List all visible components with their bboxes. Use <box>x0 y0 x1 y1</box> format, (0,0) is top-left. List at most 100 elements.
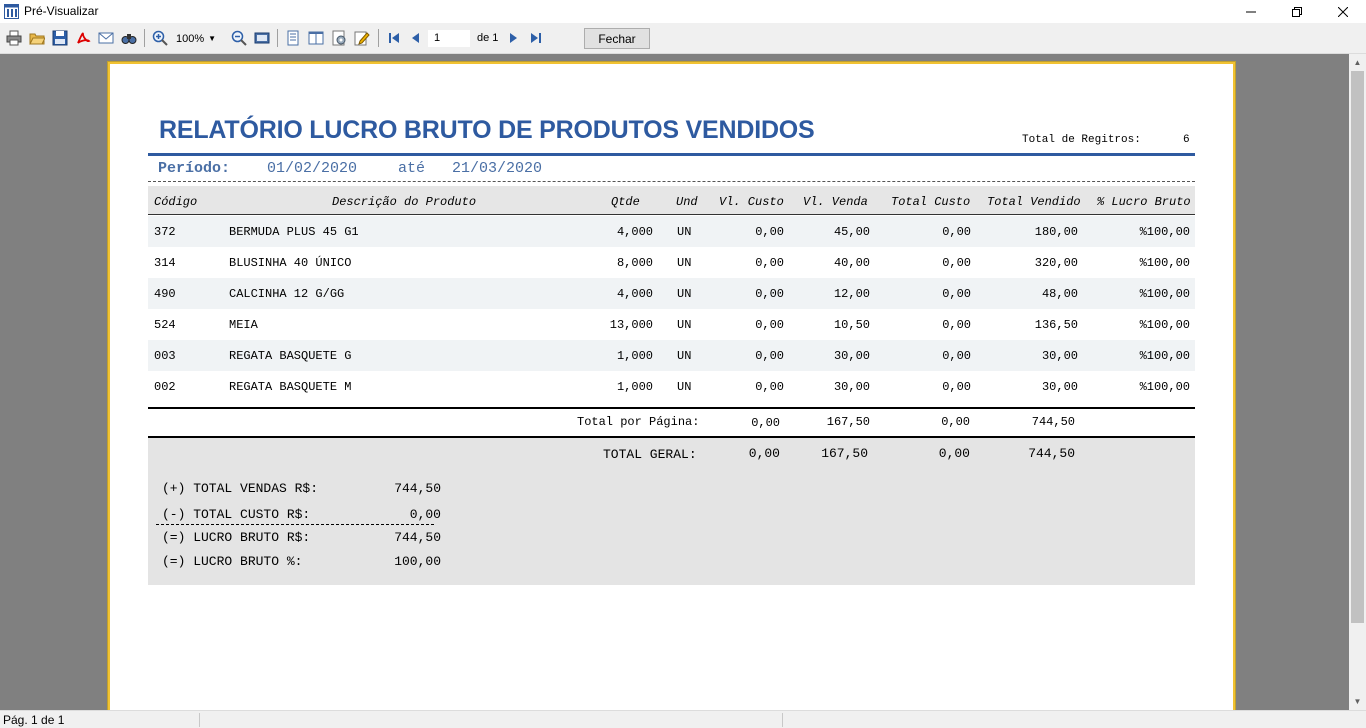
cell-code: 003 <box>154 349 176 363</box>
cell-code: 524 <box>154 318 176 332</box>
fit-page-icon <box>254 32 270 44</box>
zoom-in-icon <box>152 30 168 46</box>
last-page-icon <box>531 33 541 43</box>
chevron-down-icon: ▼ <box>208 34 217 43</box>
fit-page-button[interactable] <box>252 28 272 48</box>
close-icon <box>1338 6 1348 17</box>
period-divider <box>148 181 1195 182</box>
cell-qty: 4,000 <box>616 287 653 301</box>
col-unit-price: Vl. Venda <box>803 195 868 209</box>
zoom-in-button[interactable] <box>150 28 170 48</box>
single-page-button[interactable] <box>283 28 303 48</box>
cell-code: 002 <box>154 380 176 394</box>
table-row: 524 MEIA 13,000 UN 0,00 10,50 0,00 136,50 %100,0… <box>148 309 1195 340</box>
cell-unit-price: 40,00 <box>833 256 870 270</box>
status-divider <box>782 713 783 727</box>
table-row: 002 REGATA BASQUETE M 1,000 UN 0,00 30,00 0,00… <box>148 371 1195 402</box>
status-divider <box>199 713 200 727</box>
save-button[interactable] <box>50 28 70 48</box>
zoom-out-button[interactable] <box>229 28 249 48</box>
print-icon <box>6 30 22 46</box>
col-margin: % Lucro Bruto <box>1097 195 1191 209</box>
cell-margin: %100,00 <box>1139 380 1190 394</box>
close-preview-button[interactable]: Fechar <box>584 28 650 49</box>
report-page: RELATÓRIO LUCRO BRUTO DE PRODUTOS VENDID… <box>108 62 1235 710</box>
email-button[interactable] <box>96 28 116 48</box>
cell-margin: %100,00 <box>1139 256 1190 270</box>
page-total-unit-price: 167,50 <box>826 415 870 429</box>
two-pages-button[interactable] <box>306 28 326 48</box>
app-icon <box>4 4 19 19</box>
page-number-input[interactable]: 1 <box>428 30 470 47</box>
cell-margin: %100,00 <box>1139 287 1190 301</box>
first-page-button[interactable] <box>384 28 404 48</box>
print-button[interactable] <box>4 28 24 48</box>
find-button[interactable] <box>119 28 139 48</box>
summary-profit-pct-label: (=) LUCRO BRUTO %: <box>162 554 303 569</box>
cell-unit-price: 30,00 <box>833 349 870 363</box>
col-qty: Qtde <box>611 195 640 209</box>
grand-total-unit-cost: 0,00 <box>748 446 780 461</box>
previous-page-icon <box>412 33 419 43</box>
cell-total-cost: 0,00 <box>942 318 971 332</box>
grand-total-total-sold: 744,50 <box>1028 446 1075 461</box>
period-label: Período: <box>158 160 231 177</box>
previous-page-button[interactable] <box>406 28 426 48</box>
cell-description: BERMUDA PLUS 45 G1 <box>229 225 359 239</box>
page-setup-icon <box>332 30 346 46</box>
summary-profit-label: (=) LUCRO BRUTO R$: <box>162 530 311 545</box>
cell-total-cost: 0,00 <box>942 256 971 270</box>
period-start: 01/02/2020 <box>267 160 358 177</box>
close-window-button[interactable] <box>1320 0 1366 23</box>
two-pages-icon <box>308 31 324 45</box>
open-button[interactable] <box>27 28 47 48</box>
scroll-down-icon[interactable]: ▼ <box>1349 693 1366 710</box>
zoom-select[interactable]: 100% ▼ <box>176 30 224 47</box>
records-label: Total de Regitros: <box>1022 134 1141 146</box>
cell-total-cost: 0,00 <box>942 225 971 239</box>
summary-divider <box>156 524 434 525</box>
page-total-divider <box>148 407 1195 409</box>
toolbar-separator <box>378 29 379 47</box>
summary-profit-pct-value: 100,00 <box>394 554 441 569</box>
summary-profit-value: 744,50 <box>394 530 441 545</box>
table-header: Código Descrição do Produto Qtde Und Vl.… <box>148 186 1195 215</box>
page-setup-button[interactable] <box>329 28 349 48</box>
restore-button[interactable] <box>1274 0 1320 23</box>
period-separator: até <box>398 160 426 177</box>
table-row: 314 BLUSINHA 40 ÚNICO 8,000 UN 0,00 40,00 0,00… <box>148 247 1195 278</box>
cell-total-sold: 30,00 <box>1041 380 1078 394</box>
vertical-scrollbar[interactable]: ▲ ▼ <box>1349 54 1366 710</box>
cell-qty: 4,000 <box>616 225 653 239</box>
cell-total-sold: 136,50 <box>1034 318 1078 332</box>
next-page-icon <box>510 33 517 43</box>
cell-unit-cost: 0,00 <box>755 256 784 270</box>
page-total-total-sold: 744,50 <box>1031 415 1075 429</box>
single-page-icon <box>287 30 299 46</box>
summary-cost-value: 0,00 <box>409 507 441 522</box>
col-total-sold: Total Vendido <box>987 195 1081 209</box>
next-page-button[interactable] <box>503 28 523 48</box>
zoom-value: 100% <box>176 32 205 45</box>
scrollbar-thumb[interactable] <box>1351 71 1364 623</box>
preview-area[interactable]: RELATÓRIO LUCRO BRUTO DE PRODUTOS VENDID… <box>0 54 1349 710</box>
cell-qty: 13,000 <box>609 318 653 332</box>
table-row: 490 CALCINHA 12 G/GG 4,000 UN 0,00 12,00 0,00 4… <box>148 278 1195 309</box>
cell-margin: %100,00 <box>1139 225 1190 239</box>
table-row: 003 REGATA BASQUETE G 1,000 UN 0,00 30,00 0,00… <box>148 340 1195 371</box>
edit-button[interactable] <box>352 28 372 48</box>
cell-unit: UN <box>677 318 692 332</box>
last-page-button[interactable] <box>526 28 546 48</box>
scroll-up-icon[interactable]: ▲ <box>1349 54 1366 71</box>
cell-unit-cost: 0,00 <box>755 349 784 363</box>
export-pdf-button[interactable] <box>73 28 93 48</box>
cell-unit: UN <box>677 380 692 394</box>
title-divider <box>148 153 1195 156</box>
report-title: RELATÓRIO LUCRO BRUTO DE PRODUTOS VENDID… <box>159 116 815 144</box>
toolbar-separator <box>144 29 145 47</box>
cell-unit-cost: 0,00 <box>755 380 784 394</box>
cell-code: 314 <box>154 256 176 270</box>
minimize-button[interactable] <box>1228 0 1274 23</box>
col-code: Código <box>154 195 198 209</box>
col-description: Descrição do Produto <box>332 195 477 209</box>
